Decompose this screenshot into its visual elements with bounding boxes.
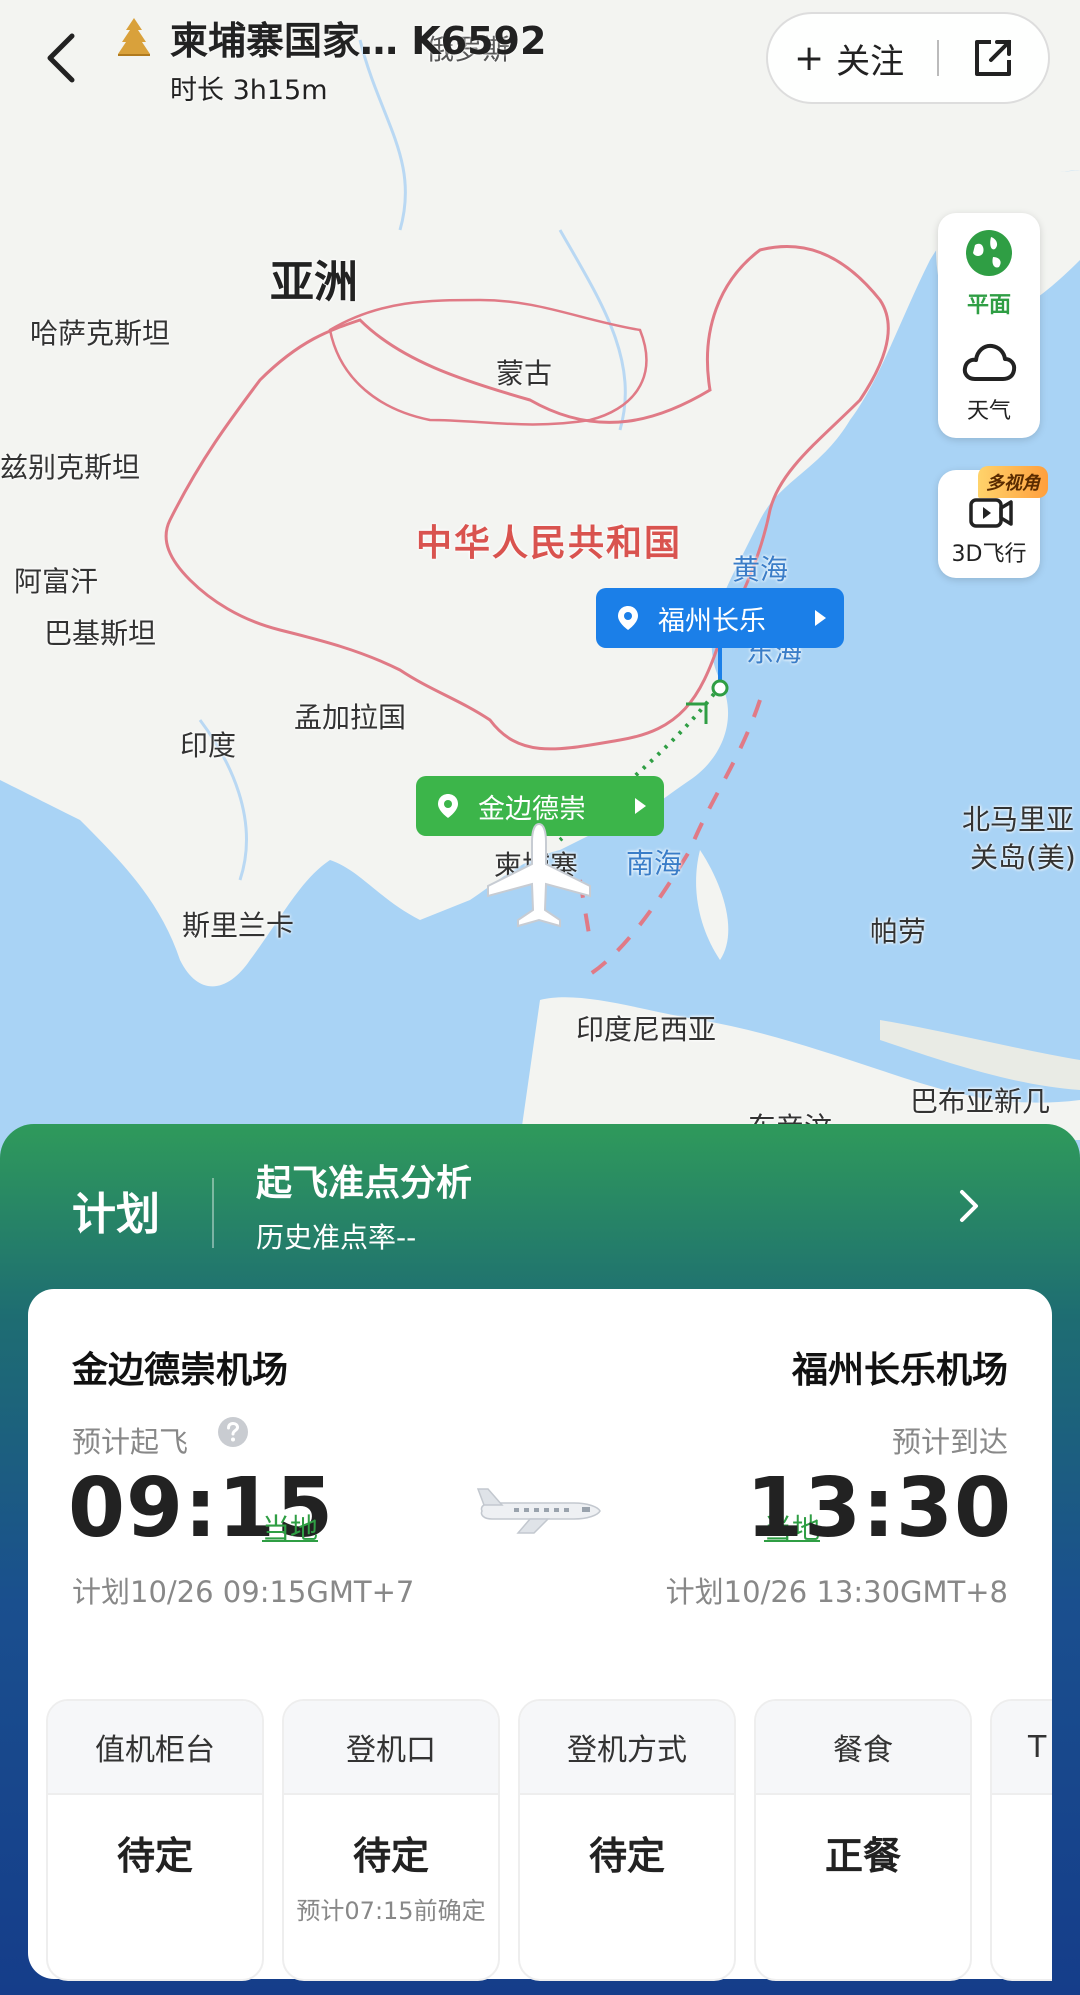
tile-title: 登机口 <box>284 1701 498 1795</box>
ontime-analysis-row[interactable]: 计划 起飞准点分析 历史准点率-- <box>0 1124 1080 1289</box>
map-label-yellow-sea: 黄海 <box>732 553 789 586</box>
chevron-right-icon <box>815 610 826 626</box>
tile-title: 餐食 <box>756 1701 970 1795</box>
info-tiles: 值机柜台 待定 登机口 待定 预计07:15前确定 登机方式 待定 餐食 正餐 … <box>46 1699 1052 1981</box>
map-label-kazakhstan: 哈萨克斯坦 <box>30 317 171 350</box>
departure-airport: 金边德崇机场 <box>72 1350 289 1391</box>
cloud-icon <box>962 343 1017 381</box>
tile-value: 待定 <box>116 1834 193 1878</box>
map-label-uzbekistan: 兹别克斯坦 <box>0 451 141 484</box>
map-label-bangladesh: 孟加拉国 <box>294 701 407 734</box>
follow-button[interactable]: + 关注 <box>768 34 937 83</box>
map-label-papua: 巴布亚新几 <box>910 1085 1051 1118</box>
follow-label: 关注 <box>836 41 905 82</box>
airline-logo <box>118 18 150 56</box>
map-label-china: 中华人民共和国 <box>416 523 683 564</box>
map-label-asia: 亚洲 <box>270 257 358 308</box>
arrival-label: 预计到达 <box>891 1425 1008 1459</box>
map-background <box>0 0 1080 1140</box>
location-pin-icon <box>438 794 458 818</box>
follow-share-group: + 关注 <box>766 12 1050 104</box>
map-label-south-sea: 南海 <box>626 847 683 880</box>
plus-icon: + <box>794 37 825 79</box>
divider <box>212 1178 214 1248</box>
flight-title: 柬埔寨国家… K6592 <box>170 19 547 63</box>
boarding-method-tile[interactable]: 登机方式 待定 <box>518 1699 736 1981</box>
chevron-right-icon <box>635 798 646 814</box>
flight-duration: 时长 3h15m <box>170 75 328 106</box>
flat-view-label: 平面 <box>966 293 1011 318</box>
map-view-panel: 平面 天气 <box>938 213 1040 438</box>
share-button[interactable] <box>939 12 1048 104</box>
map-label-indonesia: 印度尼西亚 <box>576 1013 717 1046</box>
tile-title: T <box>992 1701 1052 1795</box>
aircraft-map-icon <box>487 822 591 928</box>
location-pin-icon <box>618 606 638 630</box>
back-arrow-icon[interactable] <box>40 28 84 88</box>
tile-title: 值机柜台 <box>48 1701 262 1795</box>
fly3d-label: 3D飞行 <box>951 542 1027 567</box>
flight-map[interactable]: 俄罗斯 亚洲 哈萨克斯坦 蒙古 兹别克斯坦 中华人民共和国 黄海 东海 阿富汗 … <box>0 0 1080 1140</box>
tile-title: 登机方式 <box>520 1701 734 1795</box>
plan-label: 计划 <box>72 1189 160 1240</box>
globe-icon <box>966 230 1012 276</box>
map-label-sri-lanka: 斯里兰卡 <box>182 909 295 942</box>
extra-tile[interactable]: T <box>990 1699 1052 1981</box>
help-icon[interactable] <box>216 1415 250 1449</box>
airplane-icon <box>476 1488 601 1534</box>
top-bar: 柬埔寨国家… K6592 时长 3h15m + 关注 <box>0 0 1080 110</box>
map-label-afghanistan: 阿富汗 <box>14 565 99 598</box>
chevron-right-icon <box>960 1190 978 1222</box>
flight-schedule-card: 金边德崇机场 福州长乐机场 预计起飞 预计到达 09:15 当地 当地 13:3… <box>28 1289 1052 1981</box>
map-label-northern-mariana: 北马里亚 <box>962 803 1075 836</box>
tile-value: 待定 <box>588 1834 665 1878</box>
arrival-callout-label: 福州长乐 <box>658 605 766 637</box>
arrival-planned-time: 计划10/26 13:30GMT+8 <box>665 1575 1008 1609</box>
ontime-rate: 历史准点率-- <box>256 1221 417 1254</box>
arrival-callout[interactable]: 福州长乐 <box>596 588 844 648</box>
arrival-time: 13:30 <box>745 1461 1012 1556</box>
ontime-title: 起飞准点分析 <box>256 1163 473 1204</box>
tile-value: 待定 <box>352 1834 429 1878</box>
map-label-mongolia: 蒙古 <box>496 357 553 390</box>
map-label-palau: 帕劳 <box>870 915 927 948</box>
weather-toggle[interactable]: 天气 <box>938 339 1040 425</box>
philippines-land <box>696 850 729 960</box>
arrival-airport: 福州长乐机场 <box>791 1350 1008 1391</box>
fly3d-button[interactable]: 多视角 3D飞行 <box>938 466 1048 578</box>
tile-value: 正餐 <box>824 1834 901 1878</box>
checkin-counter-tile[interactable]: 值机柜台 待定 <box>46 1699 264 1981</box>
flight-detail-sheet: 计划 起飞准点分析 历史准点率-- 金边德崇机场 福州长乐机场 预计起飞 预计到… <box>0 1124 1080 1995</box>
flat-view-toggle[interactable]: 平面 <box>938 227 1040 319</box>
share-icon <box>975 40 1012 76</box>
meal-tile[interactable]: 餐食 正餐 <box>754 1699 972 1981</box>
departure-local-link[interactable]: 当地 <box>262 1507 318 1547</box>
map-label-pakistan: 巴基斯坦 <box>44 617 157 650</box>
video-camera-icon <box>969 498 1013 528</box>
departure-planned-time: 计划10/26 09:15GMT+7 <box>72 1575 415 1609</box>
weather-label: 天气 <box>966 399 1011 424</box>
gate-tile[interactable]: 登机口 待定 预计07:15前确定 <box>282 1699 500 1981</box>
tile-note: 预计07:15前确定 <box>296 1897 486 1925</box>
map-label-india: 印度 <box>180 729 237 762</box>
departure-label: 预计起飞 <box>72 1425 189 1459</box>
arrival-dot <box>711 679 729 697</box>
map-label-guam: 关岛(美) <box>970 841 1076 874</box>
